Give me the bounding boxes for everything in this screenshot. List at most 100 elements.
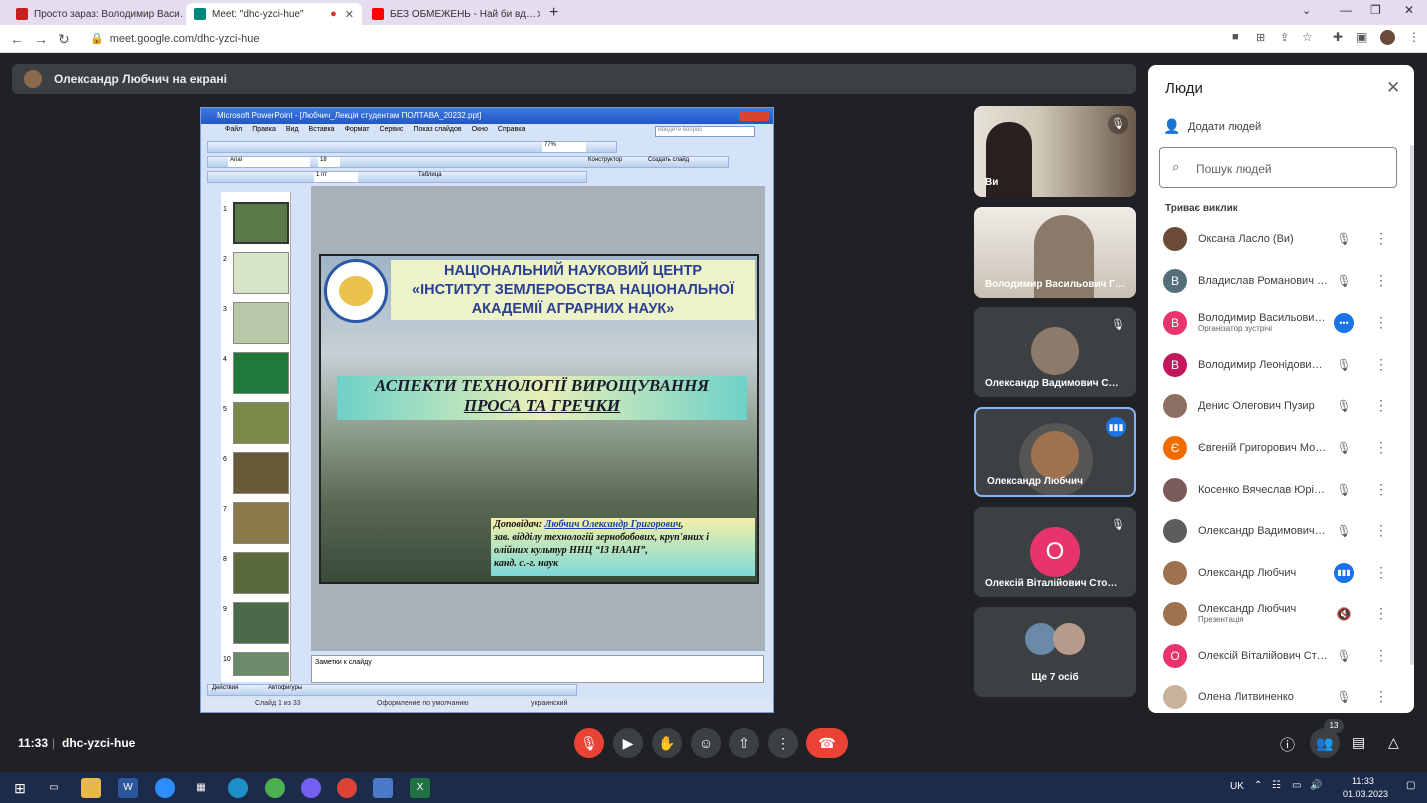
notifications-icon[interactable]: ▢ [1406,780,1415,791]
menu-icon[interactable]: ⋮ [1408,30,1420,44]
more-options-icon[interactable]: ⋮ [1374,272,1388,289]
chrome-icon[interactable] [337,778,357,798]
tile-participant[interactable]: О Олексій Віталійович Сто… 🎙 [974,507,1136,597]
more-options-icon[interactable]: ⋮ [1374,481,1388,498]
font-select[interactable]: Arial [228,157,310,167]
zoom-icon[interactable] [155,778,175,798]
new-slide-button[interactable]: Создать слайд [648,157,689,163]
sidebar-icon[interactable]: ▣ [1356,30,1367,44]
camera-icon[interactable]: ■ [1232,31,1239,43]
language-indicator[interactable]: UK [1230,781,1244,792]
edge-icon[interactable] [228,778,248,798]
chat-icon[interactable]: ▤ [1352,734,1365,751]
more-options-icon[interactable]: ⋮ [1374,397,1388,414]
bookmark-star-icon[interactable]: ☆ [1302,30,1313,44]
minimize-button[interactable]: — [1340,3,1352,17]
slide-thumb-5[interactable] [233,402,289,444]
forward-icon[interactable]: → [34,31,48,47]
more-options-icon[interactable]: ⋮ [1374,605,1388,622]
reload-icon[interactable]: ↻ [58,31,70,48]
file-explorer-icon[interactable] [81,778,101,798]
participant-row[interactable]: О Олексій Віталійович Сто… 🎙 ⋮ [1148,635,1414,676]
slide-thumb-4[interactable] [233,352,289,394]
tab-search-icon[interactable]: ⌄ [1302,4,1311,17]
more-options-button[interactable]: ⋮ [768,728,798,758]
font-size-select[interactable]: 18 [318,157,340,167]
autoshapes-menu[interactable]: Автофигуры [268,685,302,691]
activities-icon[interactable]: △ [1388,734,1399,751]
url-field[interactable]: 🔒 meet.google.com/dhc-yzci-hue [80,29,1230,49]
current-slide[interactable]: НАЦІОНАЛЬНИЙ НАУКОВИЙ ЦЕНТР «ІНСТИТУТ ЗЕ… [319,254,759,584]
slide-thumb-3[interactable] [233,302,289,344]
tab-youtube[interactable]: БЕЗ ОБМЕЖЕНЬ - Най би вд… ✕ [364,3,540,25]
line-width-select[interactable]: 1 пт [314,172,358,182]
info-icon[interactable]: ⓘ [1280,734,1295,755]
battery-icon[interactable]: ▭ [1292,780,1301,791]
mic-toggle-button[interactable]: 🎙 [574,728,604,758]
viber-icon[interactable] [301,778,321,798]
slide-thumb-6[interactable] [233,452,289,494]
menu-view[interactable]: Вид [286,126,299,138]
tab-meet[interactable]: Meet: "dhc-yzci-hue" ● ✕ [186,3,362,25]
menu-slideshow[interactable]: Показ слайдов [413,126,461,138]
participant-row[interactable]: Олександр Любчич Презентація 🔇 ⋮ [1148,593,1414,634]
participant-row[interactable]: Олена Литвиненко 🎙 ⋮ [1148,676,1414,713]
add-people-button[interactable]: Додати людей [1188,121,1261,133]
back-icon[interactable]: ← [10,31,24,47]
participant-row[interactable]: В Владислав Романович С… 🎙 ⋮ [1148,260,1414,301]
raise-hand-button[interactable]: ✋ [652,728,682,758]
share-icon[interactable]: ⇪ [1280,31,1289,44]
participant-row[interactable]: Денис Олегович Пузир 🎙 ⋮ [1148,385,1414,426]
close-panel-button[interactable]: ✕ [1386,78,1400,98]
slide-thumb-7[interactable] [233,502,289,544]
menu-edit[interactable]: Правка [252,126,276,138]
participant-row[interactable]: Є Євгеній Григорович Мос… 🎙 ⋮ [1148,427,1414,468]
participant-row[interactable]: В Володимир Леонідович … 🎙 ⋮ [1148,344,1414,385]
volume-icon[interactable]: 🔊 [1310,780,1322,791]
window-close-button[interactable]: ✕ [1404,3,1414,17]
slide-thumb-10[interactable] [233,652,289,676]
tile-more-people[interactable]: Ще 7 осіб [974,607,1136,697]
task-view-icon[interactable]: ▭ [44,778,64,798]
camera-toggle-button[interactable]: ▶ [613,728,643,758]
more-options-icon[interactable]: ⋮ [1374,647,1388,664]
slide-thumb-9[interactable] [233,602,289,644]
restore-button[interactable]: ❐ [1370,3,1381,17]
participant-row[interactable]: Олександр Любчич ▮▮▮ ⋮ [1148,552,1414,593]
network-icon[interactable]: ☷ [1272,780,1281,791]
more-options-icon[interactable]: ⋮ [1374,230,1388,247]
windows-start-icon[interactable]: ⊞ [10,778,30,798]
close-icon[interactable]: ✕ [345,8,354,21]
more-options-icon[interactable]: ⋮ [1374,688,1388,705]
more-options-icon[interactable]: ⋮ [1374,314,1388,331]
tab-gmail[interactable]: Просто зараз: Володимир Васи… ✕ [8,3,184,25]
ppt-close-button[interactable] [739,111,769,121]
utorrent-icon[interactable] [265,778,285,798]
host-options-icon[interactable]: ••• [1334,312,1354,333]
tile-self[interactable]: Ви 🎙 [974,106,1136,197]
menu-help[interactable]: Справка [498,126,525,138]
table-button[interactable]: Таблица [418,172,442,178]
translate-icon[interactable]: ⊞ [1256,31,1265,44]
tile-active-speaker[interactable]: Олександр Любчич ▮▮▮ [974,407,1136,497]
menu-file[interactable]: Файл [225,126,242,138]
profile-avatar[interactable] [1380,30,1395,45]
menu-insert[interactable]: Вставка [309,126,335,138]
extensions-icon[interactable]: ✚ [1333,30,1343,44]
menu-service[interactable]: Сервис [379,126,403,138]
constructor-button[interactable]: Конструктор [588,157,622,163]
tile-participant[interactable]: Олександр Вадимович С… 🎙 [974,307,1136,397]
new-tab-button[interactable]: + [549,4,558,22]
word-icon[interactable]: W [118,778,138,798]
participant-row[interactable]: В Володимир Васильович … Організатор зуст… [1148,302,1414,343]
reactions-button[interactable]: ☺ [691,728,721,758]
app-icon[interactable] [373,778,393,798]
more-options-icon[interactable]: ⋮ [1374,356,1388,373]
participant-row[interactable]: Косенко Вячеслав Юрій… 🎙 ⋮ [1148,469,1414,510]
add-person-icon[interactable]: 👤 [1163,118,1180,135]
excel-icon[interactable]: X [410,778,430,798]
store-icon[interactable]: ▦ [191,778,211,798]
notes-pane[interactable]: Заметки к слайду [311,655,764,683]
search-people-input[interactable]: ⌕ Пошук людей [1159,147,1397,188]
menu-window[interactable]: Окно [472,126,488,138]
